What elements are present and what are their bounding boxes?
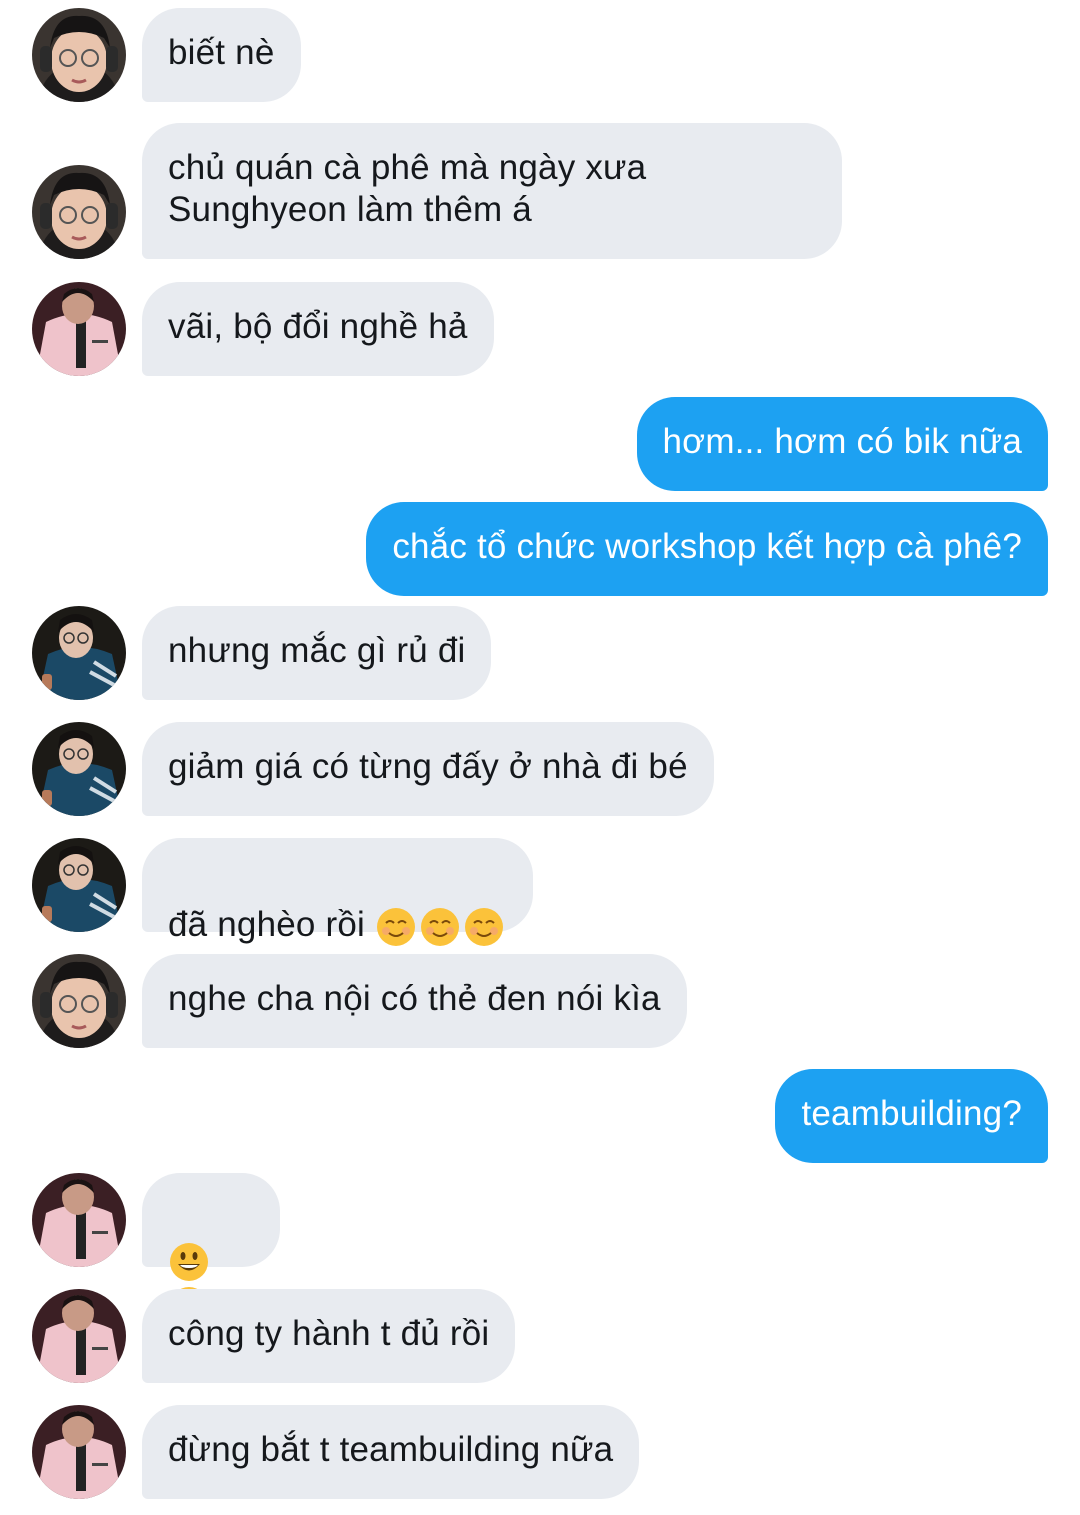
- message-text: đã nghèo rồi: [168, 905, 375, 944]
- pink-jacket-avatar[interactable]: [32, 282, 126, 376]
- blue-jacket-glasses-avatar[interactable]: [32, 722, 126, 816]
- blue-jacket-glasses-avatar[interactable]: [32, 838, 126, 932]
- message-bubble[interactable]: công ty hành t đủ rồi: [142, 1289, 516, 1383]
- message-bubble[interactable]: giảm giá có từng đấy ở nhà đi bé: [142, 722, 714, 816]
- message-bubble[interactable]: teambuilding?: [775, 1069, 1048, 1163]
- boy-headphones-glasses-avatar[interactable]: [32, 8, 126, 102]
- message-bubble[interactable]: đừng bắt t teambuilding nữa: [142, 1405, 640, 1499]
- smiling-blush-emoji-icon: [376, 907, 415, 946]
- message-bubble[interactable]: nhưng mắc gì rủ đi: [142, 606, 492, 700]
- smiling-blush-emoji-icon: [420, 907, 459, 946]
- message-bubble[interactable]: [142, 1173, 280, 1325]
- message-bubble[interactable]: nghe cha nội có thẻ đen nói kìa: [142, 954, 687, 1048]
- message-bubble[interactable]: chủ quán cà phê mà ngày xưa Sunghyeon là…: [142, 123, 842, 259]
- blue-jacket-glasses-avatar[interactable]: [32, 606, 126, 700]
- message-bubble[interactable]: hơm... hơm có bik nữa: [636, 397, 1048, 491]
- pink-jacket-avatar[interactable]: [32, 1173, 126, 1267]
- grinning-face-emoji-icon: [170, 1242, 208, 1281]
- message-bubble[interactable]: đã nghèo rồi: [142, 838, 533, 946]
- smiling-face-emoji-row: [375, 905, 507, 946]
- boy-headphones-glasses-avatar[interactable]: [32, 165, 126, 259]
- boy-headphones-glasses-avatar[interactable]: [32, 954, 126, 1048]
- pink-jacket-avatar[interactable]: [32, 1289, 126, 1383]
- message-bubble[interactable]: chắc tổ chức workshop kết hợp cà phê?: [366, 502, 1048, 596]
- message-bubble[interactable]: vãi, bộ đổi nghề hả: [142, 282, 494, 376]
- message-bubble[interactable]: biết nè: [142, 8, 301, 102]
- pink-jacket-avatar[interactable]: [32, 1405, 126, 1499]
- smiling-blush-emoji-icon: [464, 907, 503, 946]
